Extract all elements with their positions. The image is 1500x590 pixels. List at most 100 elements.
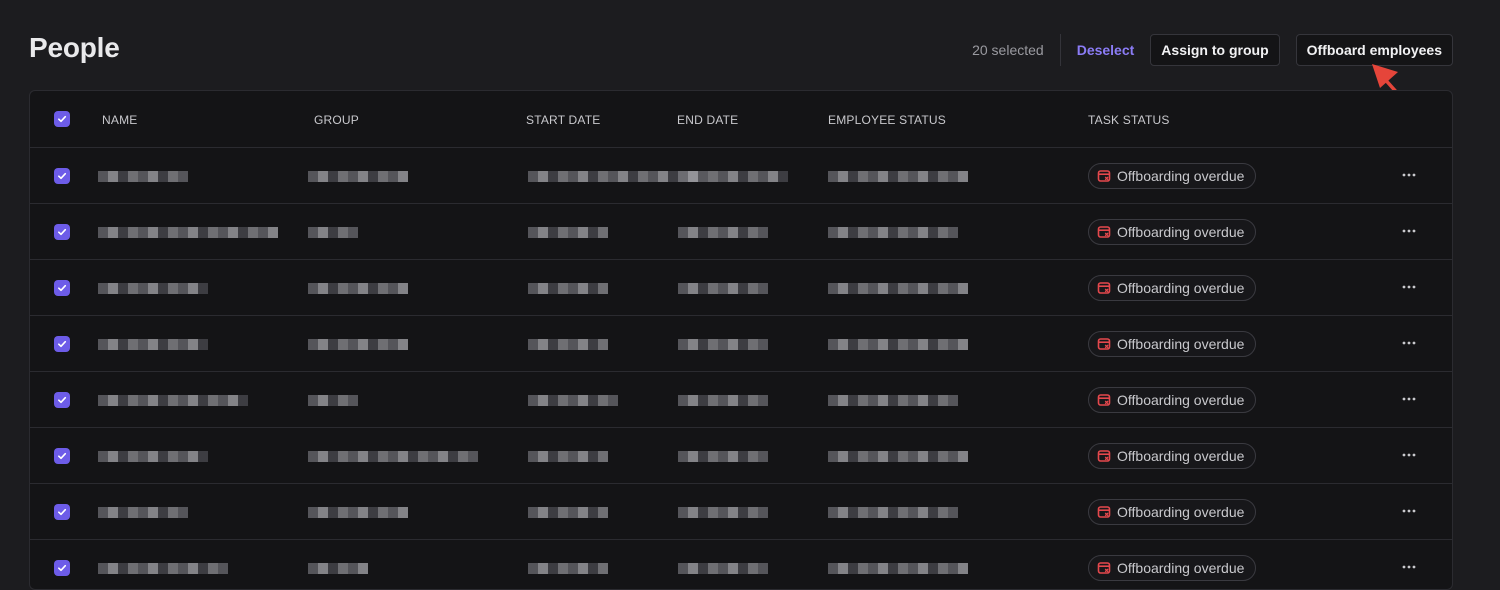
row-actions-button[interactable]: [1400, 278, 1418, 296]
task-status-label: Offboarding overdue: [1117, 448, 1245, 464]
redacted-group: [308, 171, 408, 182]
toolbar-divider: [1059, 34, 1061, 66]
column-header-start-date[interactable]: START DATE: [526, 113, 600, 127]
redacted-group: [308, 339, 408, 350]
table-row[interactable]: Offboarding overdue: [30, 260, 1452, 316]
calendar-overdue-icon: [1097, 450, 1111, 462]
row-actions-button[interactable]: [1400, 446, 1418, 464]
calendar-overdue-icon: [1097, 226, 1111, 238]
redacted-group: [308, 395, 358, 406]
assign-to-group-button[interactable]: Assign to group: [1150, 34, 1280, 66]
row-checkbox[interactable]: [54, 448, 70, 464]
more-horizontal-icon: [1402, 173, 1416, 177]
redacted-employee-status: [828, 171, 968, 182]
redacted-start-date: [528, 507, 608, 518]
redacted-start-date: [528, 339, 608, 350]
task-status-label: Offboarding overdue: [1117, 336, 1245, 352]
redacted-name: [98, 451, 208, 462]
checkmark-icon: [58, 284, 67, 292]
redacted-name: [98, 227, 278, 238]
table-row[interactable]: Offboarding overdue: [30, 372, 1452, 428]
redacted-employee-status: [828, 227, 958, 238]
redacted-start-date: [528, 395, 618, 406]
task-status-label: Offboarding overdue: [1117, 560, 1245, 576]
row-actions-button[interactable]: [1400, 166, 1418, 184]
task-status-label: Offboarding overdue: [1117, 224, 1245, 240]
row-actions-button[interactable]: [1400, 502, 1418, 520]
table-row[interactable]: Offboarding overdue: [30, 484, 1452, 540]
task-status-label: Offboarding overdue: [1117, 280, 1245, 296]
row-checkbox[interactable]: [54, 392, 70, 408]
task-status-badge[interactable]: Offboarding overdue: [1088, 443, 1257, 469]
redacted-employee-status: [828, 563, 968, 574]
more-horizontal-icon: [1402, 341, 1416, 345]
redacted-employee-status: [828, 283, 968, 294]
task-status-badge[interactable]: Offboarding overdue: [1088, 387, 1257, 413]
row-checkbox[interactable]: [54, 504, 70, 520]
redacted-end-date: [678, 563, 768, 574]
redacted-start-date: [528, 563, 608, 574]
table-header: NAME GROUP START DATE END DATE EMPLOYEE …: [30, 91, 1452, 148]
more-horizontal-icon: [1402, 397, 1416, 401]
redacted-name: [98, 563, 228, 574]
redacted-end-date: [678, 283, 768, 294]
redacted-name: [98, 283, 208, 294]
calendar-overdue-icon: [1097, 394, 1111, 406]
calendar-overdue-icon: [1097, 170, 1111, 182]
row-actions-button[interactable]: [1400, 390, 1418, 408]
row-actions-button[interactable]: [1400, 222, 1418, 240]
table-row[interactable]: Offboarding overdue: [30, 316, 1452, 372]
redacted-employee-status: [828, 339, 968, 350]
checkmark-icon: [58, 115, 67, 123]
task-status-badge[interactable]: Offboarding overdue: [1088, 555, 1257, 581]
task-status-badge[interactable]: Offboarding overdue: [1088, 219, 1257, 245]
column-header-employee-status[interactable]: EMPLOYEE STATUS: [828, 113, 946, 127]
calendar-overdue-icon: [1097, 282, 1111, 294]
deselect-button[interactable]: Deselect: [1077, 42, 1135, 58]
redacted-name: [98, 339, 208, 350]
row-checkbox[interactable]: [54, 280, 70, 296]
redacted-group: [308, 451, 478, 462]
task-status-badge[interactable]: Offboarding overdue: [1088, 275, 1257, 301]
task-status-badge[interactable]: Offboarding overdue: [1088, 499, 1257, 525]
row-checkbox[interactable]: [54, 168, 70, 184]
more-horizontal-icon: [1402, 453, 1416, 457]
more-horizontal-icon: [1402, 509, 1416, 513]
task-status-badge[interactable]: Offboarding overdue: [1088, 163, 1257, 189]
row-actions-button[interactable]: [1400, 334, 1418, 352]
redacted-end-date: [678, 507, 768, 518]
redacted-group: [308, 507, 408, 518]
select-all-checkbox[interactable]: [54, 111, 70, 127]
row-checkbox[interactable]: [54, 560, 70, 576]
row-checkbox[interactable]: [54, 224, 70, 240]
redacted-end-date: [678, 395, 768, 406]
checkmark-icon: [58, 228, 67, 236]
checkmark-icon: [58, 452, 67, 460]
column-header-end-date[interactable]: END DATE: [677, 113, 738, 127]
table-row[interactable]: Offboarding overdue: [30, 148, 1452, 204]
redacted-employee-status: [828, 451, 968, 462]
column-header-group[interactable]: GROUP: [314, 113, 359, 127]
task-status-badge[interactable]: Offboarding overdue: [1088, 331, 1257, 357]
row-checkbox[interactable]: [54, 336, 70, 352]
column-header-name[interactable]: NAME: [102, 113, 137, 127]
table-row[interactable]: Offboarding overdue: [30, 204, 1452, 260]
table-row[interactable]: Offboarding overdue: [30, 428, 1452, 484]
more-horizontal-icon: [1402, 285, 1416, 289]
column-header-task-status[interactable]: TASK STATUS: [1088, 113, 1170, 127]
redacted-end-date: [678, 451, 768, 462]
redacted-end-date: [678, 227, 768, 238]
task-status-label: Offboarding overdue: [1117, 504, 1245, 520]
page-title: People: [29, 32, 120, 63]
calendar-overdue-icon: [1097, 562, 1111, 574]
redacted-end-date: [678, 171, 788, 182]
calendar-overdue-icon: [1097, 338, 1111, 350]
redacted-start-date: [528, 227, 608, 238]
row-actions-button[interactable]: [1400, 558, 1418, 576]
table-row[interactable]: Offboarding overdue: [30, 540, 1452, 589]
task-status-label: Offboarding overdue: [1117, 392, 1245, 408]
redacted-employee-status: [828, 507, 958, 518]
redacted-group: [308, 227, 358, 238]
people-table: NAME GROUP START DATE END DATE EMPLOYEE …: [29, 90, 1453, 590]
redacted-employee-status: [828, 395, 958, 406]
